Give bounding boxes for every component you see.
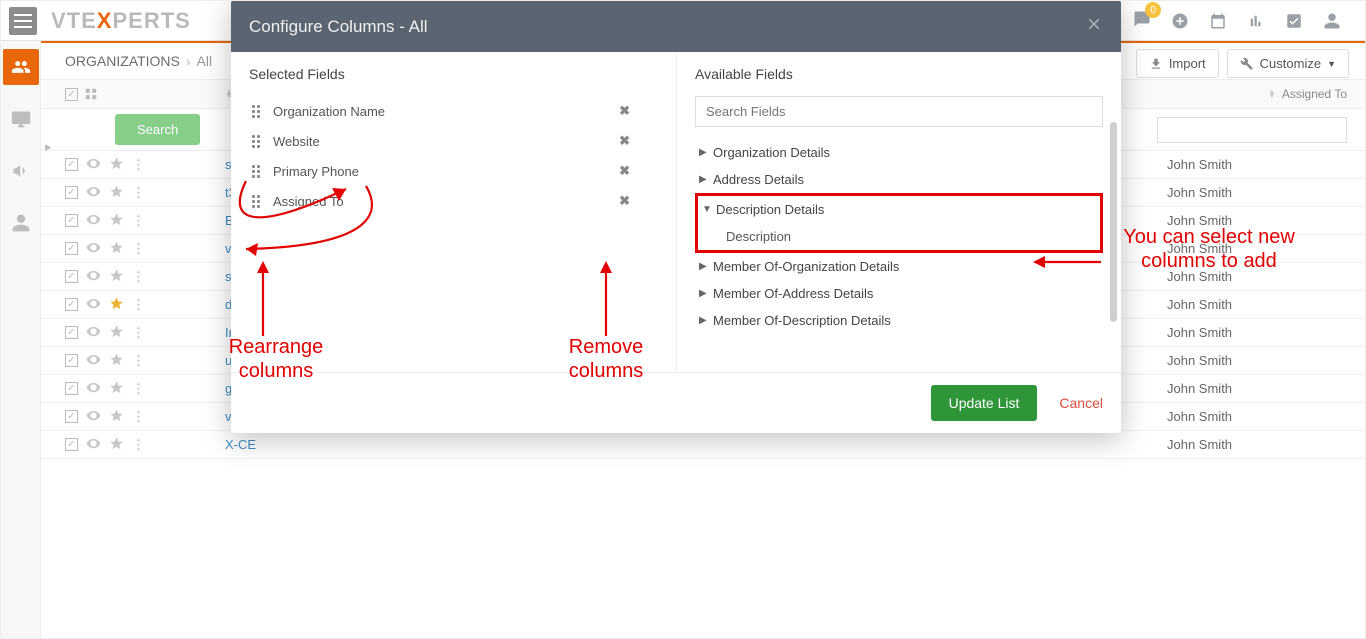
selected-field-item[interactable]: Assigned To ✖ bbox=[249, 186, 668, 216]
group-label: Address Details bbox=[713, 172, 804, 187]
drag-handle-icon[interactable] bbox=[251, 194, 265, 209]
available-fields-title: Available Fields bbox=[695, 66, 1103, 82]
group-label: Member Of-Address Details bbox=[713, 286, 873, 301]
caret-down-icon bbox=[702, 204, 710, 215]
drag-handle-icon[interactable] bbox=[251, 164, 265, 179]
group-label: Member Of-Organization Details bbox=[713, 259, 899, 274]
caret-right-icon bbox=[699, 261, 707, 272]
caret-right-icon bbox=[699, 288, 707, 299]
available-scrollbar[interactable] bbox=[1110, 122, 1117, 322]
group-label: Member Of-Description Details bbox=[713, 313, 891, 328]
remove-field-icon[interactable]: ✖ bbox=[619, 193, 630, 209]
remove-field-icon[interactable]: ✖ bbox=[619, 163, 630, 179]
caret-right-icon bbox=[699, 315, 707, 326]
modal-body: Selected Fields Organization Name ✖ Webs… bbox=[231, 52, 1121, 372]
available-fields-panel: Available Fields Organization Details Add… bbox=[676, 52, 1121, 372]
available-field-group[interactable]: Description Details bbox=[698, 196, 1100, 223]
modal-backdrop: Configure Columns - All Selected Fields … bbox=[1, 1, 1365, 638]
update-list-button[interactable]: Update List bbox=[931, 385, 1038, 421]
caret-right-icon bbox=[699, 174, 707, 185]
available-field-group[interactable]: Member Of-Address Details bbox=[695, 280, 1103, 307]
group-label: Organization Details bbox=[713, 145, 830, 160]
available-field-item[interactable]: Description bbox=[698, 223, 1100, 250]
remove-field-icon[interactable]: ✖ bbox=[619, 103, 630, 119]
selected-field-label: Organization Name bbox=[273, 104, 385, 119]
available-field-group[interactable]: Member Of-Description Details bbox=[695, 307, 1103, 334]
cancel-button[interactable]: Cancel bbox=[1059, 395, 1103, 411]
configure-columns-modal: Configure Columns - All Selected Fields … bbox=[231, 1, 1121, 433]
modal-title: Configure Columns - All bbox=[249, 17, 428, 37]
available-field-group[interactable]: Organization Details bbox=[695, 139, 1103, 166]
app-root: VTEXPERTS Menu ✖ 0 bbox=[0, 0, 1366, 639]
selected-field-label: Website bbox=[273, 134, 320, 149]
modal-footer: Update List Cancel bbox=[231, 372, 1121, 433]
modal-header: Configure Columns - All bbox=[231, 1, 1121, 52]
close-icon[interactable] bbox=[1085, 15, 1103, 38]
selected-field-item[interactable]: Primary Phone ✖ bbox=[249, 156, 668, 186]
selected-fields-panel: Selected Fields Organization Name ✖ Webs… bbox=[231, 52, 676, 372]
available-field-group[interactable]: Address Details bbox=[695, 166, 1103, 193]
selected-field-item[interactable]: Website ✖ bbox=[249, 126, 668, 156]
search-fields-input[interactable] bbox=[695, 96, 1103, 127]
remove-field-icon[interactable]: ✖ bbox=[619, 133, 630, 149]
selected-field-label: Assigned To bbox=[273, 194, 344, 209]
group-label: Description Details bbox=[716, 202, 824, 217]
caret-right-icon bbox=[699, 147, 707, 158]
available-field-group[interactable]: Member Of-Organization Details bbox=[695, 253, 1103, 280]
drag-handle-icon[interactable] bbox=[251, 134, 265, 149]
selected-fields-title: Selected Fields bbox=[249, 66, 668, 82]
selected-field-item[interactable]: Organization Name ✖ bbox=[249, 96, 668, 126]
drag-handle-icon[interactable] bbox=[251, 104, 265, 119]
selected-field-label: Primary Phone bbox=[273, 164, 359, 179]
